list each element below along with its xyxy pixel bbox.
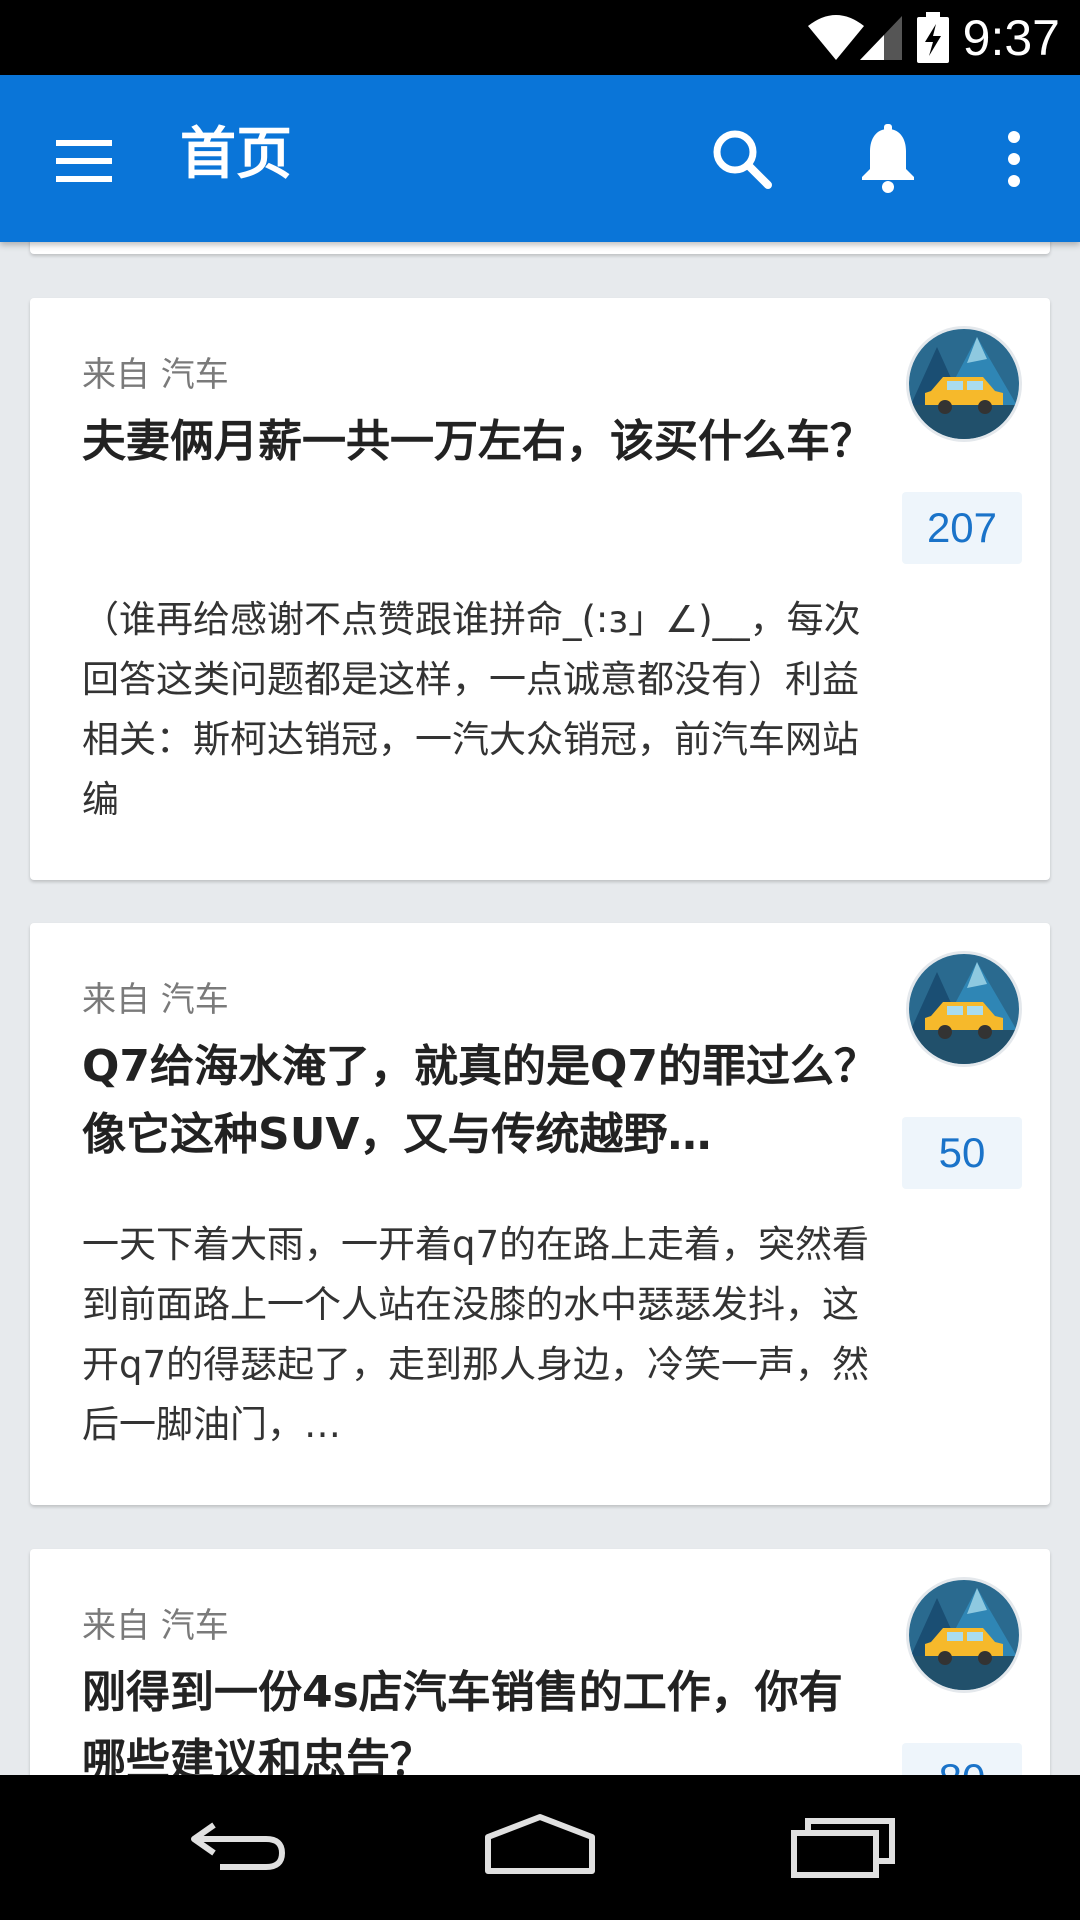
card-source[interactable]: 来自 汽车 [82, 353, 229, 397]
cell-signal-icon [860, 16, 902, 60]
card-title[interactable]: Q7给海水淹了，就真的是Q7的罪过么？像它这种SUV，又与传统越野… [82, 1033, 882, 1169]
card-excerpt[interactable]: 一天下着大雨，一开着q7的在路上走着，突然看到前面路上一个人站在没膝的水中瑟瑟发… [82, 1215, 882, 1455]
navigation-bar [0, 1775, 1080, 1920]
page-title: 首页 [180, 122, 292, 187]
card-source[interactable]: 来自 汽车 [82, 1604, 229, 1648]
feed-card[interactable]: 来自 汽车 Q7给海水淹了，就真的是Q7的罪过么？像它这种SUV，又与传统越野…… [30, 923, 1050, 1505]
notification-bell-icon[interactable] [848, 119, 928, 199]
answer-count-badge[interactable]: 80 [902, 1743, 1022, 1775]
feed-card[interactable]: 来自 汽车 夫妻俩月薪一共一万左右，该买什么车？ （谁再给感谢不点赞跟谁拼命_(… [30, 298, 1050, 880]
car-topic-icon [909, 1580, 1019, 1690]
home-icon[interactable] [480, 1805, 600, 1885]
answer-count-badge[interactable]: 50 [902, 1117, 1022, 1189]
topic-avatar[interactable] [906, 1577, 1022, 1693]
topic-avatar[interactable] [906, 951, 1022, 1067]
wifi-icon [808, 15, 864, 60]
search-icon[interactable] [702, 119, 782, 199]
status-bar: 9:37 [0, 0, 1080, 75]
answer-count-badge[interactable]: 207 [902, 492, 1022, 564]
car-topic-icon [909, 329, 1019, 439]
topic-avatar[interactable] [906, 326, 1022, 442]
feed-card[interactable]: 来自 汽车 刚得到一份4s店汽车销售的工作，你有哪些建议和忠告？ 80 [30, 1549, 1050, 1775]
card-title[interactable]: 刚得到一份4s店汽车销售的工作，你有哪些建议和忠告？ [82, 1659, 882, 1775]
more-vert-icon[interactable] [974, 119, 1054, 199]
app-bar: 首页 [0, 75, 1080, 242]
back-icon[interactable] [180, 1805, 300, 1885]
recents-icon[interactable] [788, 1805, 908, 1885]
card-title[interactable]: 夫妻俩月薪一共一万左右，该买什么车？ [82, 408, 882, 476]
car-topic-icon [909, 954, 1019, 1064]
battery-charging-icon [917, 12, 949, 63]
status-time: 9:37 [962, 10, 1060, 66]
previous-card[interactable] [30, 242, 1050, 254]
card-excerpt[interactable]: （谁再给感谢不点赞跟谁拼命_(:з」∠)__，每次回答这类问题都是这样，一点诚意… [82, 590, 882, 830]
card-source[interactable]: 来自 汽车 [82, 978, 229, 1022]
menu-icon[interactable] [48, 125, 120, 197]
feed-list[interactable]: 来自 汽车 夫妻俩月薪一共一万左右，该买什么车？ （谁再给感谢不点赞跟谁拼命_(… [0, 242, 1080, 1775]
